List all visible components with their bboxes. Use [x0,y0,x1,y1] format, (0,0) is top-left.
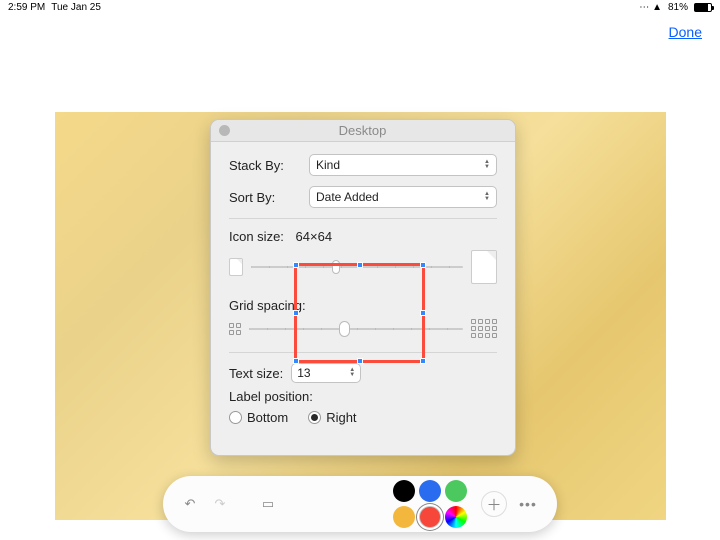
status-time: 2:59 PM [8,2,45,13]
label-position-label: Label position: [229,389,497,404]
panel-title: Desktop [230,123,495,138]
battery-icon [694,3,712,12]
resize-handle[interactable] [357,358,363,364]
icon-size-value: 64×64 [296,229,333,244]
chevron-updown-icon: ▲▼ [484,160,490,170]
wifi-icon: ⋯ ▲ [639,2,662,13]
radio-icon [308,411,321,424]
stack-by-select[interactable]: Kind ▲▼ [309,154,497,176]
status-date: Tue Jan 25 [51,2,101,13]
color-black[interactable] [393,480,415,502]
status-bar: 2:59 PM Tue Jan 25 ⋯ ▲ 81% [0,0,720,15]
markup-toolbar: ↶ ↷ ▭ ＋ ••• [163,476,557,532]
color-red[interactable] [419,506,441,528]
close-icon[interactable] [219,125,230,136]
divider [229,218,497,219]
color-blue[interactable] [419,480,441,502]
markup-rectangle[interactable] [294,263,425,363]
label-pos-right[interactable]: Right [308,410,356,425]
sort-by-value: Date Added [316,190,379,204]
resize-handle[interactable] [293,358,299,364]
chevron-updown-icon: ▲▼ [484,192,490,202]
radio-icon [229,411,242,424]
stack-by-value: Kind [316,158,340,172]
doc-large-icon [471,250,497,284]
more-button[interactable]: ••• [515,491,541,517]
text-size-select[interactable]: 13 ▲▼ [291,363,361,383]
undo-button[interactable]: ↶ [179,493,201,515]
add-button[interactable]: ＋ [481,491,507,517]
done-button[interactable]: Done [669,24,702,40]
color-picker[interactable] [445,506,467,528]
resize-handle[interactable] [420,310,426,316]
resize-handle[interactable] [293,262,299,268]
sort-by-select[interactable]: Date Added ▲▼ [309,186,497,208]
text-size-label: Text size: [229,366,283,381]
resize-handle[interactable] [357,262,363,268]
color-yellow[interactable] [393,506,415,528]
grid-dense-icon [471,319,497,338]
redo-button[interactable]: ↷ [209,493,231,515]
resize-handle[interactable] [293,310,299,316]
sort-by-label: Sort By: [229,190,309,205]
stack-by-label: Stack By: [229,158,309,173]
panel-titlebar[interactable]: Desktop [211,120,515,142]
label-pos-bottom[interactable]: Bottom [229,410,288,425]
resize-handle[interactable] [420,358,426,364]
icon-size-label: Icon size: [229,229,284,244]
radio-label: Bottom [247,410,288,425]
text-size-value: 13 [297,366,310,380]
doc-small-icon [229,258,243,276]
grid-sparse-icon [229,323,241,335]
radio-label: Right [326,410,356,425]
color-green[interactable] [445,480,467,502]
color-palette [393,480,467,528]
chevron-updown-icon: ▲▼ [349,368,355,378]
battery-pct: 81% [668,2,688,13]
resize-handle[interactable] [420,262,426,268]
shapes-button[interactable]: ▭ [257,493,279,515]
